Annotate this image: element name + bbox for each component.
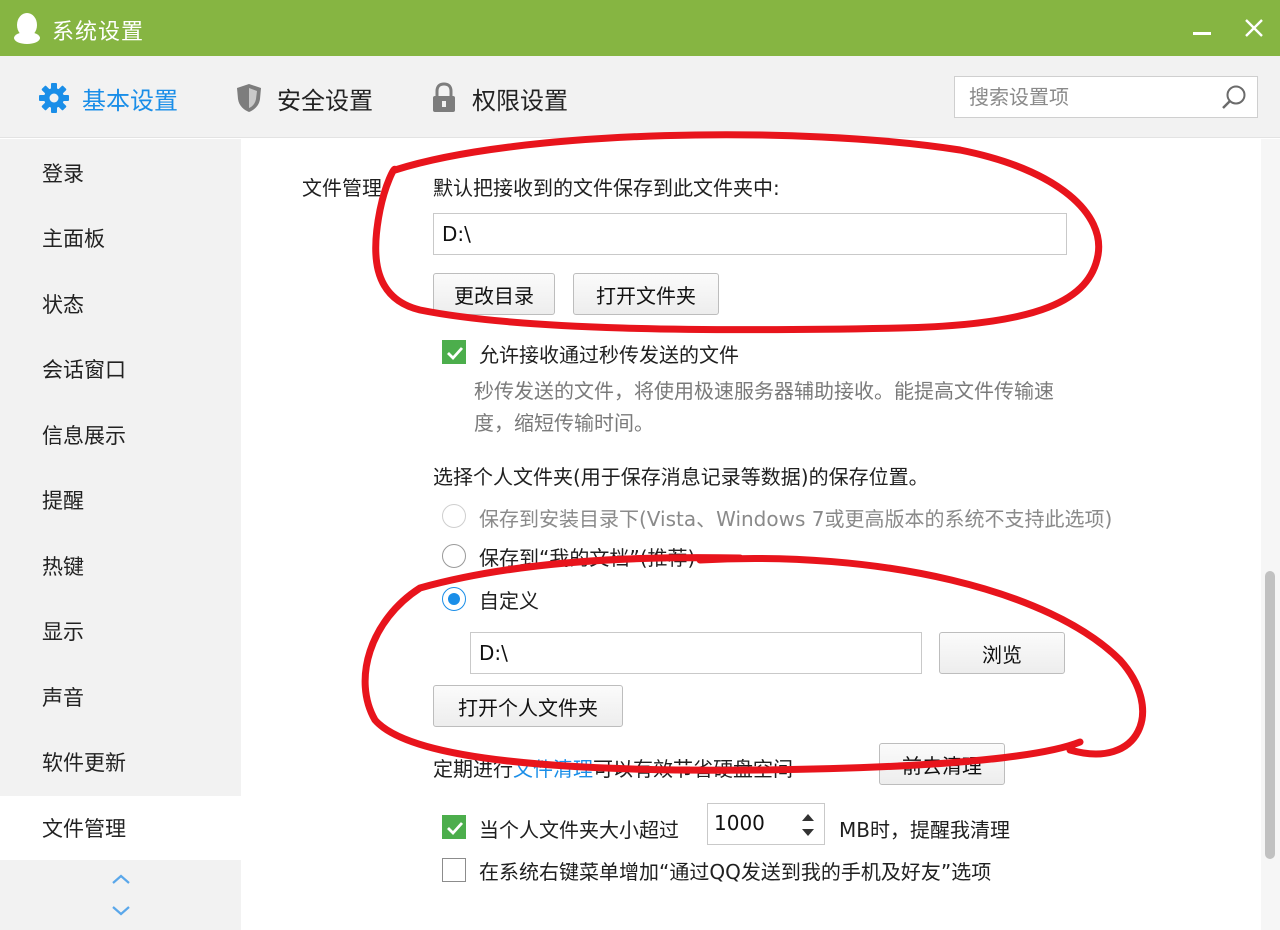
sidebar-item-label: 声音 <box>42 686 84 710</box>
context-menu-checkbox[interactable] <box>442 858 466 882</box>
flash-transfer-description-line2: 度，缩短传输时间。 <box>474 411 654 435</box>
search-icon[interactable] <box>1219 83 1249 113</box>
sidebar-item-label: 显示 <box>42 620 84 644</box>
radio-my-documents-label: 保存到“我的文档”(推荐) <box>479 546 696 570</box>
open-personal-folder-button[interactable]: 打开个人文件夹 <box>433 685 623 727</box>
sidebar-item-chat-window[interactable]: 会话窗口 <box>0 337 241 401</box>
penguin-logo-icon <box>14 13 40 44</box>
tab-basic-settings[interactable]: 基本设置 <box>38 78 178 118</box>
sidebar-item-main-panel[interactable]: 主面板 <box>0 206 241 270</box>
radio-install-directory[interactable] <box>442 504 466 528</box>
sidebar-item-hotkey[interactable]: 热键 <box>0 534 241 598</box>
minimize-icon <box>1193 31 1211 35</box>
sidebar-item-label: 提醒 <box>42 489 84 513</box>
window-title: 系统设置 <box>52 20 145 45</box>
open-folder-button[interactable]: 打开文件夹 <box>573 273 719 315</box>
sidebar-item-label: 主面板 <box>42 227 105 251</box>
sidebar-item-label: 热键 <box>42 555 84 579</box>
checkmark-icon <box>447 347 464 361</box>
allow-flash-transfer-label: 允许接收通过秒传发送的文件 <box>479 343 739 367</box>
browse-button[interactable]: 浏览 <box>939 632 1065 674</box>
file-management-panel: 文件管理 默认把接收到的文件保存到此文件夹中: D:\ 更改目录 打开文件夹 允… <box>241 139 1261 930</box>
chevron-up-icon <box>112 874 130 884</box>
checkmark-icon <box>447 822 464 836</box>
radio-install-directory-label: 保存到安装目录下(Vista、Windows 7或更高版本的系统不支持此选项) <box>479 507 1113 531</box>
search-box <box>954 76 1258 118</box>
personal-folder-title: 选择个人文件夹(用于保存消息记录等数据)的保存位置。 <box>433 465 929 489</box>
section-label: 文件管理 <box>302 176 382 200</box>
sidebar-item-label: 会话窗口 <box>42 358 126 382</box>
minimize-button[interactable] <box>1184 10 1220 46</box>
sidebar-item-status[interactable]: 状态 <box>0 272 241 336</box>
radio-my-documents[interactable] <box>442 544 466 568</box>
lock-icon <box>428 82 460 114</box>
go-cleanup-button[interactable]: 前去清理 <box>879 743 1005 785</box>
size-warning-checkbox[interactable] <box>442 815 466 839</box>
tab-label: 权限设置 <box>472 86 568 115</box>
cleanup-hint-prefix: 定期进行 <box>433 757 513 781</box>
size-threshold-stepper[interactable]: 1000 <box>707 803 825 845</box>
close-button[interactable] <box>1236 10 1272 46</box>
sidebar-item-label: 信息展示 <box>42 424 126 448</box>
scrollbar-thumb[interactable] <box>1265 571 1275 859</box>
sidebar-item-info-display[interactable]: 信息展示 <box>0 403 241 467</box>
sidebar-item-label: 文件管理 <box>42 817 126 841</box>
search-input[interactable] <box>955 77 1215 117</box>
size-threshold-value: 1000 <box>714 811 765 835</box>
stepper-up-icon[interactable] <box>800 811 816 823</box>
sidebar-scroll-arrows <box>112 874 130 916</box>
gear-icon <box>38 82 70 114</box>
radio-custom-label: 自定义 <box>479 589 539 613</box>
flash-transfer-description-line1: 秒传发送的文件，将使用极速服务器辅助接收。能提高文件传输速 <box>474 379 1054 403</box>
change-directory-button[interactable]: 更改目录 <box>433 273 555 315</box>
sidebar: 登录 主面板 状态 会话窗口 信息展示 提醒 热键 显示 声音 软件更新 文件管… <box>0 139 241 930</box>
tab-label: 基本设置 <box>82 86 178 115</box>
size-warning-label: 当个人文件夹大小超过 <box>479 818 679 842</box>
radio-custom[interactable] <box>442 587 466 611</box>
sidebar-item-reminder[interactable]: 提醒 <box>0 468 241 532</box>
settings-tab-bar: 基本设置 安全设置 权限设置 <box>0 56 1280 138</box>
content-scrollbar[interactable] <box>1261 139 1280 930</box>
chevron-down-icon <box>112 906 130 916</box>
title-bar: 系统设置 <box>0 0 1280 56</box>
sidebar-item-software-update[interactable]: 软件更新 <box>0 730 241 794</box>
tab-label: 安全设置 <box>277 86 373 115</box>
allow-flash-transfer-checkbox[interactable] <box>442 340 466 364</box>
tab-permission-settings[interactable]: 权限设置 <box>428 78 568 118</box>
context-menu-label: 在系统右键菜单增加“通过QQ发送到我的手机及好友”选项 <box>479 860 992 884</box>
default-save-description: 默认把接收到的文件保存到此文件夹中: <box>433 176 780 200</box>
sidebar-item-label: 登录 <box>42 162 84 186</box>
sidebar-item-display[interactable]: 显示 <box>0 599 241 663</box>
size-warning-suffix: MB时，提醒我清理 <box>839 818 1010 842</box>
sidebar-item-label: 状态 <box>42 293 84 317</box>
stepper-down-icon[interactable] <box>800 827 816 839</box>
shield-icon <box>233 82 265 114</box>
sidebar-item-file-management[interactable]: 文件管理 <box>0 796 241 860</box>
sidebar-item-label: 软件更新 <box>42 751 126 775</box>
sidebar-item-login[interactable]: 登录 <box>0 141 241 205</box>
cleanup-hint-suffix: 可以有效节省硬盘空间 <box>593 757 793 781</box>
sidebar-item-sound[interactable]: 声音 <box>0 665 241 729</box>
tab-security-settings[interactable]: 安全设置 <box>233 78 373 118</box>
default-save-path-field[interactable]: D:\ <box>433 213 1067 255</box>
file-cleanup-link[interactable]: 文件清理 <box>513 757 593 781</box>
custom-path-field[interactable]: D:\ <box>470 632 922 674</box>
close-icon <box>1245 19 1263 37</box>
cleanup-hint: 定期进行文件清理可以有效节省硬盘空间 <box>433 753 793 782</box>
